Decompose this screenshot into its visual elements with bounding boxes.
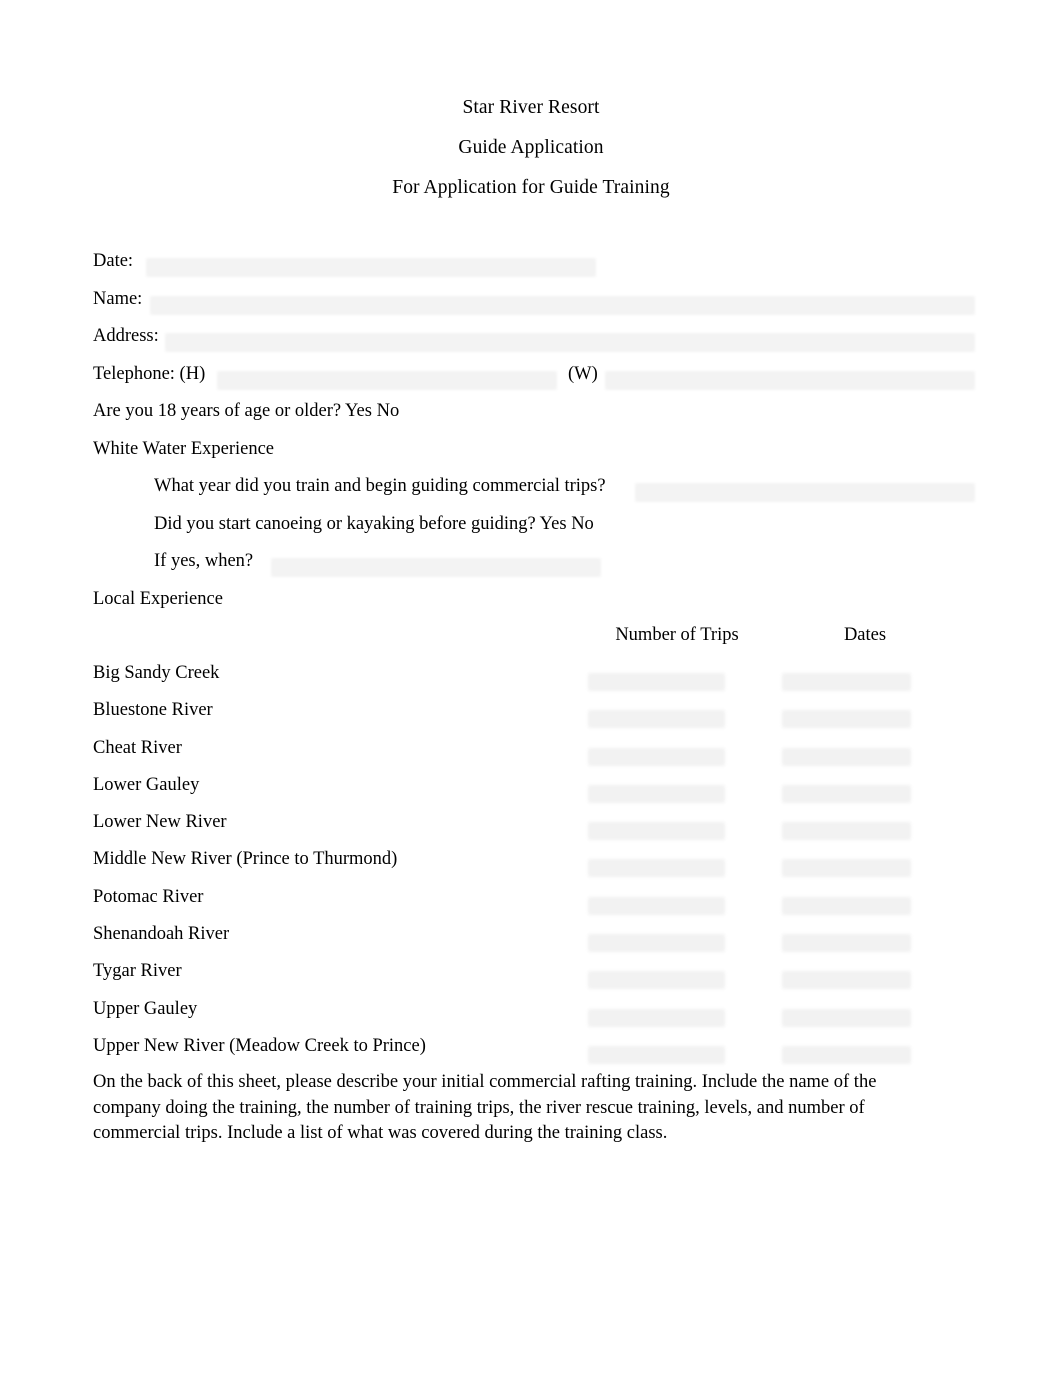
dates-input-line[interactable] — [782, 859, 911, 878]
table-row: Bluestone River — [93, 697, 983, 734]
dates-input-line[interactable] — [782, 896, 911, 915]
form-body: Date: Name: Address: Telephone: (H) (W) … — [93, 248, 983, 623]
telephone-work-input-line[interactable] — [605, 370, 975, 390]
table-row: Tygar River — [93, 958, 983, 995]
address-label: Address: — [93, 326, 159, 346]
page-title: Star River Resort — [462, 97, 600, 118]
trips-input-line[interactable] — [588, 822, 725, 841]
date-input-line[interactable] — [146, 258, 596, 277]
telephone-work-label: (W) — [568, 363, 598, 384]
river-name-label: Lower Gauley — [93, 774, 200, 795]
dates-input-line[interactable] — [782, 1045, 911, 1064]
table-row: Cheat River — [93, 735, 983, 772]
trips-input-line[interactable] — [588, 934, 725, 953]
document-subtitle: Guide Application — [458, 137, 604, 158]
whitewater-heading-label: White Water Experience — [93, 438, 275, 459]
river-name-label: Upper New River (Meadow Creek to Prince) — [93, 1035, 426, 1056]
table-row: Middle New River (Prince to Thurmond) — [93, 846, 983, 883]
dates-input-line[interactable] — [782, 710, 911, 729]
local-heading-label: Local Experience — [93, 588, 223, 609]
column-header-trips: Number of Trips — [615, 625, 739, 645]
table-row: Potomac River — [93, 884, 983, 921]
field-row-if-yes-when: If yes, when? — [93, 548, 983, 586]
section-heading-local: Local Experience — [93, 586, 983, 624]
field-row-train-year: What year did you train and begin guidin… — [93, 473, 983, 511]
trips-input-line[interactable] — [588, 1045, 725, 1064]
table-row: Lower New River — [93, 809, 983, 846]
document-page: Star River Resort Guide Application For … — [0, 0, 1062, 1377]
trips-input-line[interactable] — [588, 896, 725, 915]
trips-input-line[interactable] — [588, 673, 725, 691]
table-row: Upper Gauley — [93, 996, 983, 1033]
river-name-label: Big Sandy Creek — [93, 663, 220, 683]
table-row: Lower Gauley — [93, 772, 983, 809]
river-name-label: Upper Gauley — [93, 998, 198, 1019]
closing-instructions: On the back of this sheet, please descri… — [93, 1072, 877, 1143]
river-name-label: Lower New River — [93, 812, 227, 833]
document-header: Star River Resort Guide Application For … — [0, 88, 1062, 208]
trips-input-line[interactable] — [588, 710, 725, 729]
document-subtitle-secondary: For Application for Guide Training — [392, 177, 670, 198]
trips-input-line[interactable] — [588, 747, 725, 766]
if-yes-when-label: If yes, when? — [154, 551, 254, 571]
telephone-home-input-line[interactable] — [217, 370, 557, 390]
address-input-line[interactable] — [165, 333, 975, 352]
field-row-address: Address: — [93, 323, 983, 361]
dates-input-line[interactable] — [782, 934, 911, 953]
field-row-age: Are you 18 years of age or older? Yes No — [93, 398, 983, 436]
river-name-label: Potomac River — [93, 886, 204, 907]
field-row-canoe-kayak: Did you start canoeing or kayaking befor… — [93, 511, 983, 549]
river-name-label: Bluestone River — [93, 700, 213, 721]
experience-table-header: Number of Trips Dates — [93, 622, 983, 652]
field-row-name: Name: — [93, 286, 983, 324]
table-row: Upper New River (Meadow Creek to Prince) — [93, 1033, 983, 1070]
telephone-home-label: Telephone: (H) — [93, 363, 206, 384]
table-row: Shenandoah River — [93, 921, 983, 958]
trips-input-line[interactable] — [588, 971, 725, 990]
table-row: Big Sandy Creek — [93, 660, 983, 697]
river-name-label: Middle New River (Prince to Thurmond) — [93, 849, 398, 870]
trips-input-line[interactable] — [588, 859, 725, 878]
section-heading-whitewater: White Water Experience — [93, 436, 983, 474]
experience-table-body: Big Sandy Creek Bluestone River Cheat Ri… — [93, 660, 983, 1070]
column-header-dates: Dates — [843, 625, 887, 645]
name-input-line[interactable] — [150, 295, 975, 315]
field-row-telephone: Telephone: (H) (W) — [93, 361, 983, 399]
age-question-label: Are you 18 years of age or older? Yes No — [93, 401, 400, 421]
trips-input-line[interactable] — [588, 1008, 725, 1027]
if-yes-when-input-line[interactable] — [271, 558, 601, 577]
train-year-question-label: What year did you train and begin guidin… — [154, 476, 606, 496]
dates-input-line[interactable] — [782, 1008, 911, 1027]
canoe-kayak-question-label: Did you start canoeing or kayaking befor… — [154, 513, 594, 534]
trips-input-line[interactable] — [588, 784, 725, 803]
name-label: Name: — [93, 288, 143, 309]
river-name-label: Cheat River — [93, 737, 182, 758]
dates-input-line[interactable] — [782, 673, 911, 691]
dates-input-line[interactable] — [782, 822, 911, 841]
river-name-label: Shenandoah River — [93, 924, 230, 945]
dates-input-line[interactable] — [782, 784, 911, 803]
field-row-date: Date: — [93, 248, 983, 286]
river-name-label: Tygar River — [93, 961, 182, 982]
dates-input-line[interactable] — [782, 747, 911, 766]
train-year-input-line[interactable] — [635, 483, 975, 502]
date-label: Date: — [93, 251, 134, 271]
dates-input-line[interactable] — [782, 971, 911, 990]
